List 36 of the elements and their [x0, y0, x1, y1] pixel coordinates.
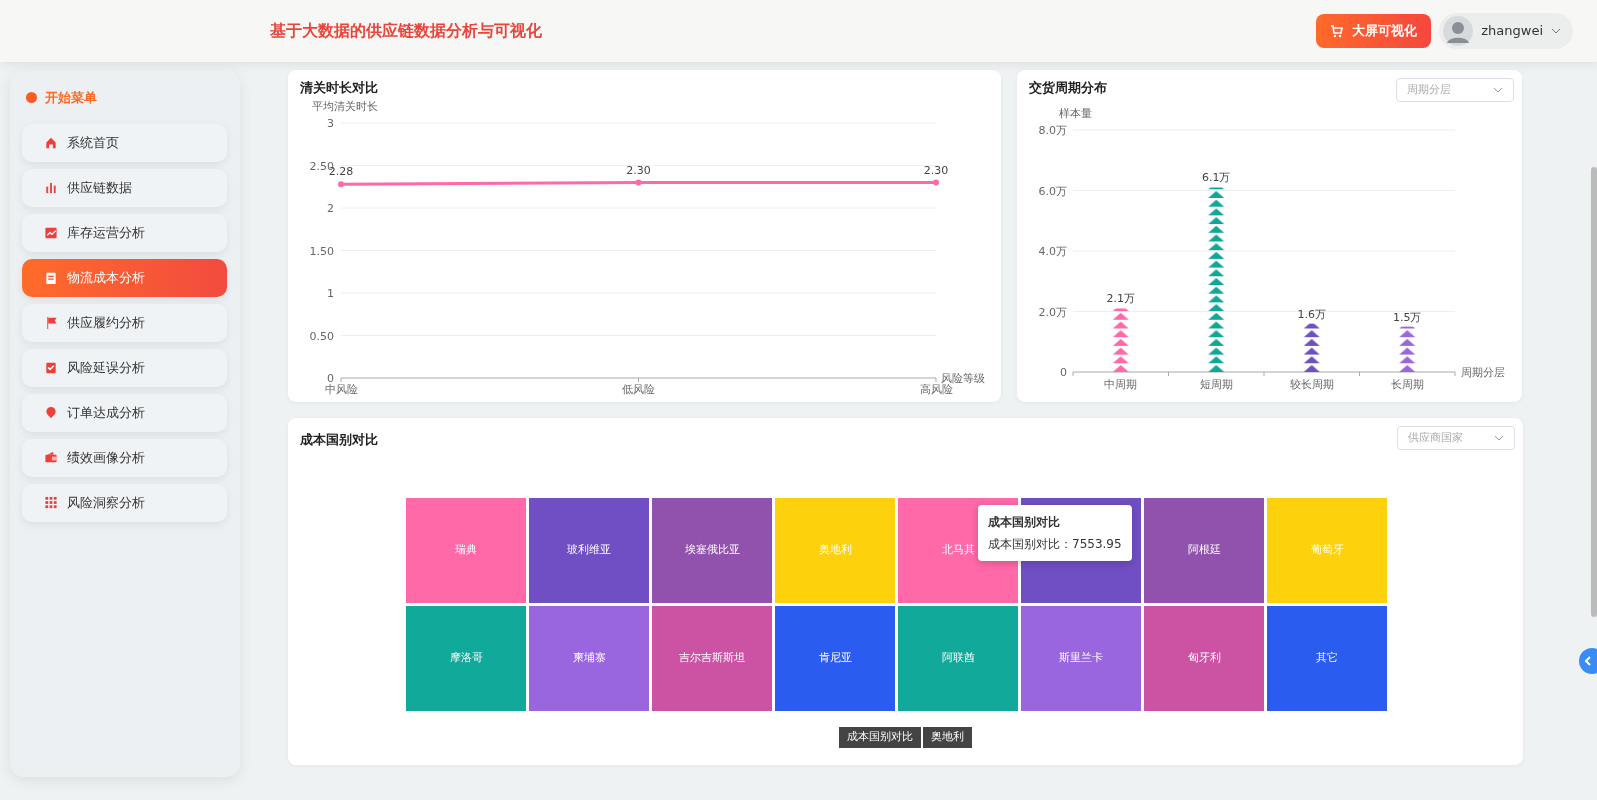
- data-label: 2.30: [923, 163, 949, 176]
- axis-tick-label: 长周期: [1390, 378, 1424, 391]
- app-title: 基于大数据的供应链数据分析与可视化: [270, 20, 542, 42]
- data-label: 1.6万: [1297, 307, 1326, 321]
- axis-tick-label: 2.0万: [1038, 305, 1067, 319]
- data-label: 1.5万: [1393, 310, 1422, 324]
- card-title: 交货周期分布: [1028, 79, 1107, 97]
- data-label: 2.30: [626, 163, 651, 176]
- axis-tick-label: 中风险: [324, 382, 358, 396]
- axis-tick-label: 高风险: [919, 382, 953, 396]
- axis-tick-label: 较长周期: [1289, 378, 1334, 391]
- data-label: 2.1万: [1106, 292, 1135, 306]
- axis-tick-label: 8.0万: [1038, 124, 1067, 137]
- axis-tick-label: 0: [1060, 366, 1067, 379]
- axis-tick-label: 3: [327, 116, 334, 130]
- placeholder-text: 供应商国家: [1408, 429, 1463, 446]
- placeholder-text: 周期分层: [1407, 81, 1451, 98]
- axis-tick-label: 2: [327, 201, 334, 215]
- axis-title: 风险等级: [941, 371, 985, 385]
- axis-tick-label: 短周期: [1199, 378, 1233, 391]
- axis-tick-label: 低风险: [622, 382, 655, 396]
- axis-title: 平均清关时长: [312, 99, 378, 113]
- axis-title: 周期分层: [1461, 366, 1505, 379]
- axis-tick-label: 6.0万: [1038, 184, 1067, 198]
- menu-heading: 开始菜单: [45, 89, 97, 107]
- axis-title: 样本量: [1059, 107, 1092, 120]
- axis-tick-label: 0.50: [309, 329, 334, 342]
- axis-tick-label: 0: [327, 371, 334, 385]
- axis-tick-label: 中周期: [1104, 378, 1138, 391]
- axis-tick-label: 1.50: [309, 244, 334, 257]
- axis-tick-label: 1: [327, 286, 334, 300]
- card-title: 清关时长对比: [299, 79, 379, 97]
- data-label: 6.1万: [1202, 171, 1231, 185]
- axis-tick-label: 4.0万: [1038, 245, 1067, 258]
- username: zhangwei: [1481, 22, 1543, 41]
- card-title: 成本国别对比: [299, 431, 378, 449]
